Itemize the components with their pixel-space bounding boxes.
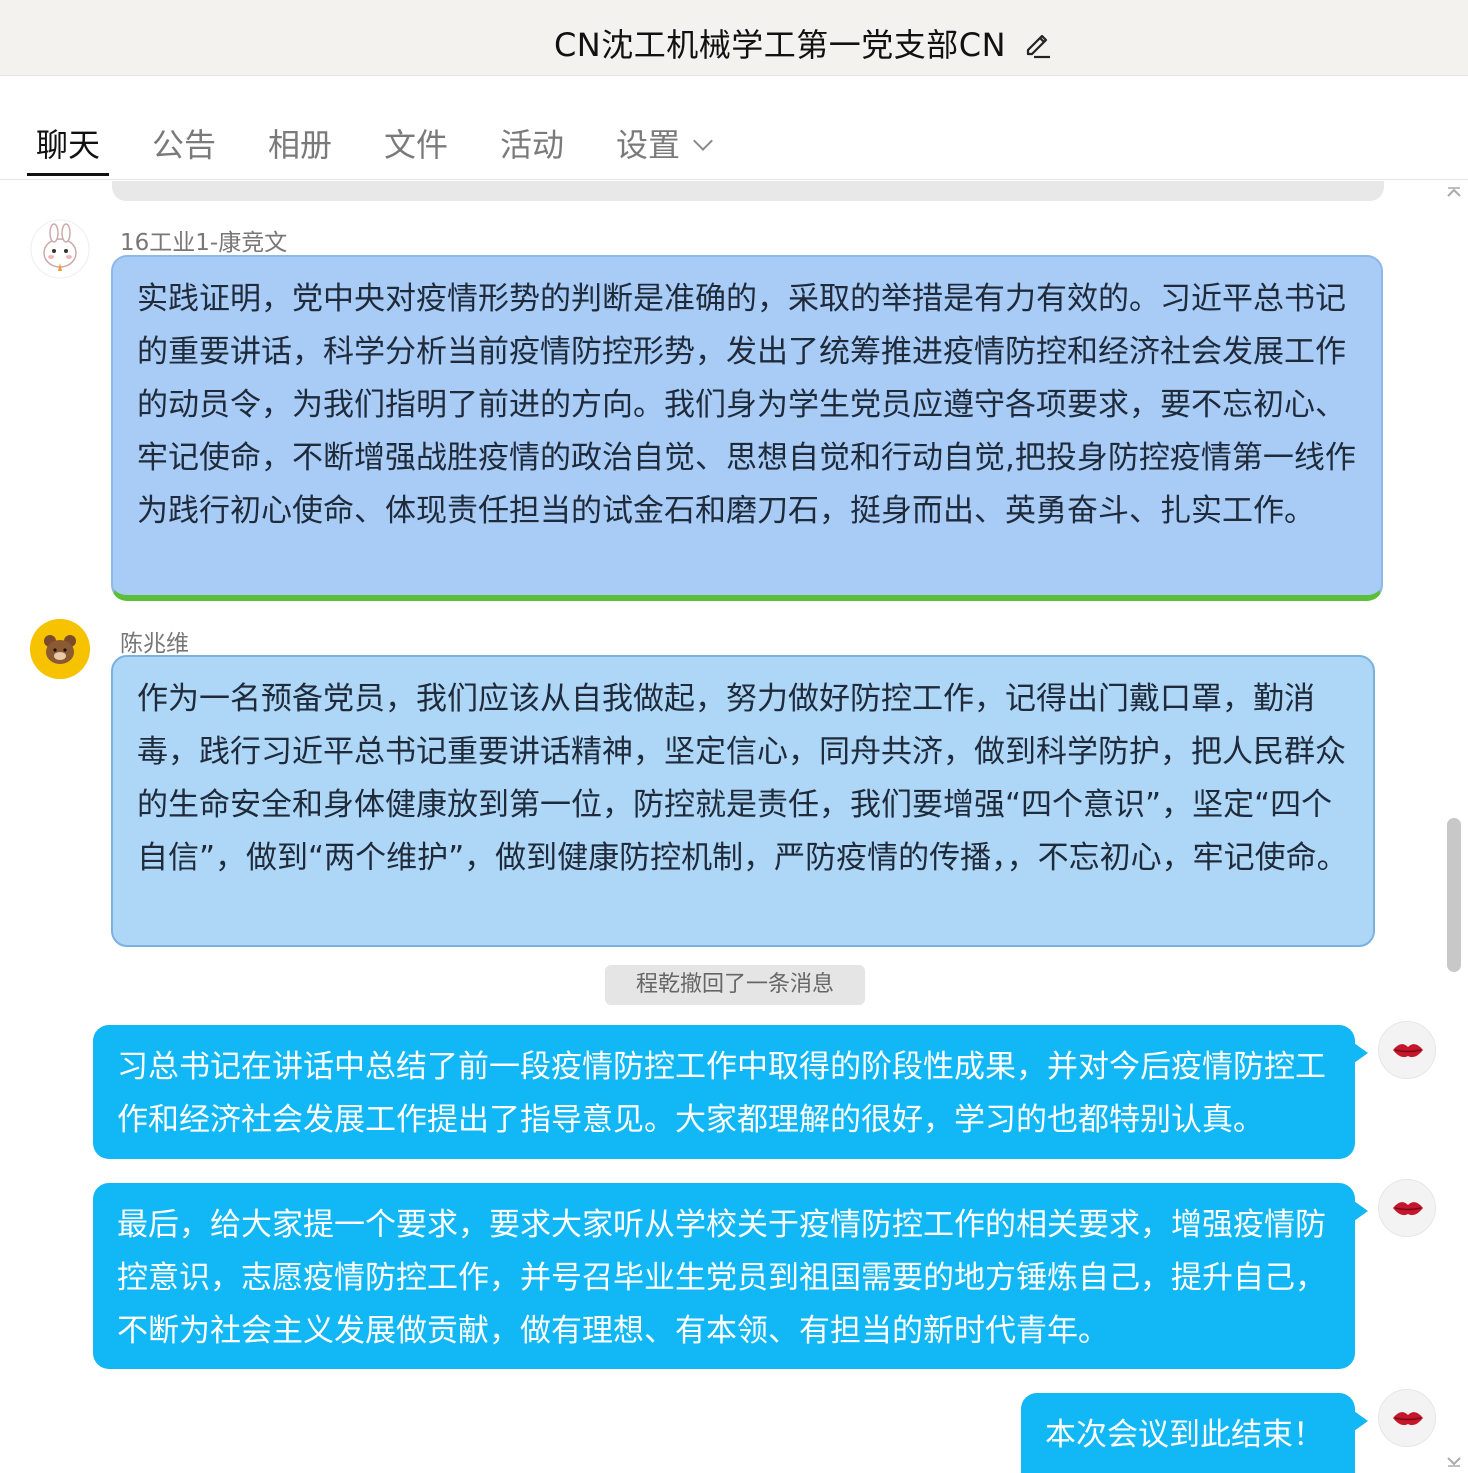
- bear-avatar[interactable]: [30, 619, 90, 679]
- scroll-up-icon[interactable]: [1446, 187, 1462, 199]
- kiss-avatar[interactable]: [1378, 1389, 1436, 1447]
- scroll-down-icon[interactable]: [1446, 1455, 1462, 1467]
- bubble-tail: [1354, 1411, 1368, 1431]
- tab-files[interactable]: 文件: [384, 120, 448, 166]
- group-title: CN沈工机械学工第一党支部CN: [553, 26, 1007, 64]
- chat-scrollbar[interactable]: [1438, 181, 1468, 1473]
- own-message-bubble[interactable]: 最后，给大家提一个要求，要求大家听从学校关于疫情防控工作的相关要求，增强疫情防控…: [93, 1183, 1355, 1369]
- tab-settings[interactable]: 设置: [616, 120, 713, 166]
- message-bubble[interactable]: 实践证明，党中央对疫情形势的判断是准确的，采取的举措是有力有效的。习近平总书记的…: [111, 255, 1383, 601]
- kiss-avatar[interactable]: [1378, 1179, 1436, 1237]
- tab-activity[interactable]: 活动: [500, 120, 564, 166]
- chat-title-row: CN沈工机械学工第一党支部CN: [0, 20, 1468, 66]
- edit-icon[interactable]: [1020, 26, 1054, 60]
- own-message-bubble[interactable]: 本次会议到此结束！: [1021, 1393, 1355, 1473]
- tab-settings-label: 设置: [616, 126, 681, 164]
- rabbit-avatar[interactable]: [30, 219, 90, 279]
- sender-name: 陈兆维: [120, 631, 189, 657]
- previous-message-bubble: [112, 181, 1384, 201]
- chevron-down-icon: [693, 131, 713, 151]
- title-bar: CN沈工机械学工第一党支部CN: [0, 0, 1468, 76]
- recall-notice: 程乾撤回了一条消息: [605, 965, 865, 1005]
- tab-bar: 聊天 公告 相册 文件 活动 设置: [0, 76, 1468, 180]
- scroll-thumb[interactable]: [1447, 818, 1461, 972]
- tab-chat[interactable]: 聊天: [36, 120, 100, 166]
- own-message-bubble[interactable]: 习总书记在讲话中总结了前一段疫情防控工作中取得的阶段性成果，并对今后疫情防控工作…: [93, 1025, 1355, 1159]
- tab-album[interactable]: 相册: [268, 120, 332, 166]
- bubble-tail: [1354, 1201, 1368, 1221]
- kiss-avatar[interactable]: [1378, 1021, 1436, 1079]
- sender-name: 16工业1-康竞文: [120, 230, 288, 256]
- tab-announcement[interactable]: 公告: [152, 120, 216, 166]
- bubble-tail: [1354, 1043, 1368, 1063]
- chat-area[interactable]: 16工业1-康竞文 实践证明，党中央对疫情形势的判断是准确的，采取的举措是有力有…: [0, 181, 1468, 1473]
- active-tab-indicator: [27, 173, 109, 176]
- message-bubble[interactable]: 作为一名预备党员，我们应该从自我做起，努力做好防控工作，记得出门戴口罩，勤消毒，…: [111, 655, 1375, 947]
